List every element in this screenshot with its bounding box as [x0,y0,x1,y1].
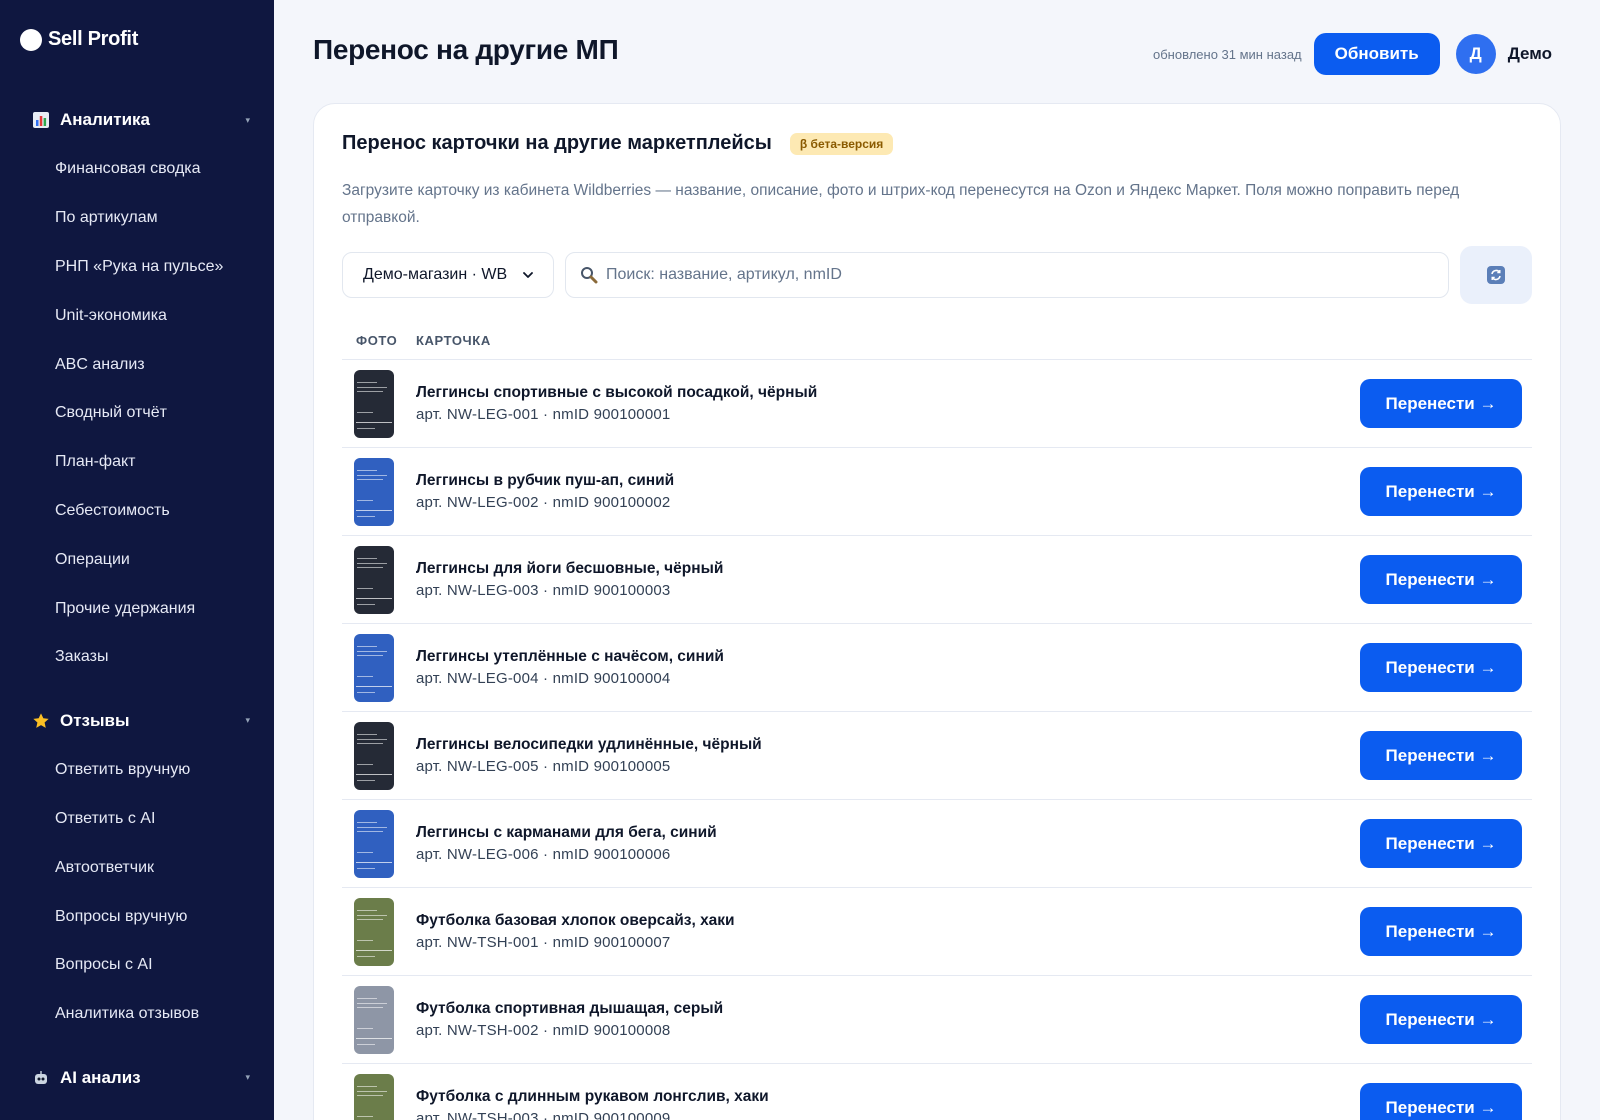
card-description: Загрузите карточку из кабинета Wildberri… [342,182,1460,226]
transfer-button[interactable]: Перенести → [1360,907,1522,956]
table-row: Леггинсы в рубчик пуш-ап, синий арт. NW-L… [342,448,1532,536]
sidebar-item[interactable]: Операции [0,535,274,584]
sidebar-item[interactable]: Сводный отчёт [0,389,274,438]
column-card: КАРТОЧКА [416,333,491,348]
robot-icon [32,1069,50,1087]
refresh-icon [1487,266,1505,284]
sidebar-item[interactable]: План-факт [0,438,274,487]
transfer-button[interactable]: Перенести → [1360,995,1522,1044]
logo[interactable]: Sell Profit [20,28,138,51]
sidebar-section-label: AI анализ [60,1067,141,1087]
sidebar-item[interactable]: Вопросы с AI [0,941,274,990]
filter-controls: Демо-магазин · WB [342,246,1532,308]
product-list: Леггинсы спортивные с высокой посадкой, … [342,360,1532,1120]
card-title: Перенос карточки на другие маркетплейсы [342,132,772,154]
chevron-down-icon [523,272,533,278]
sidebar-item[interactable]: По артикулам [0,194,274,243]
table-row: Футболка с длинным рукавом лонгслив, хак… [342,1064,1532,1120]
transfer-button[interactable]: Перенести → [1360,643,1522,692]
table-header: ФОТО КАРТОЧКА [342,322,1532,360]
search-box[interactable] [565,252,1449,298]
sidebar-section-label: Аналитика [60,110,150,129]
logo-mark-icon [20,28,42,51]
product-photo [354,633,394,702]
table-row: Футболка базовая хлопок оверсайз, хаки ар… [342,888,1532,976]
sidebar-item[interactable]: Unit-экономика [0,291,274,340]
product-photo [354,369,394,438]
sidebar-item[interactable]: Ответить вручную [0,746,274,795]
header-actions: обновлено 31 мин назад Обновить Д Демо [1153,33,1552,75]
search-input[interactable] [606,266,1434,284]
transfer-button[interactable]: Перенести → [1360,1083,1522,1120]
chevron-down-icon: ▾ [245,715,250,726]
product-photo [354,897,394,966]
sidebar-item[interactable]: Себестоимость [0,487,274,536]
sidebar-section-1[interactable]: Отзывы ▾ [0,696,274,746]
product-photo [354,1073,394,1120]
sidebar-item[interactable]: Финансовая сводка [0,145,274,194]
sidebar-section-0[interactable]: Аналитика ▾ [0,95,274,145]
star-icon [32,712,50,730]
user-name[interactable]: Демо [1508,44,1552,64]
sidebar-item[interactable]: Вопросы вручную [0,892,274,941]
product-photo [354,457,394,526]
table-row: Леггинсы спортивные с высокой посадкой, … [342,360,1532,448]
transfer-button[interactable]: Перенести → [1360,555,1522,604]
transfer-button[interactable]: Перенести → [1360,819,1522,868]
search-icon [581,267,598,284]
store-select-value: Демо-магазин · WB [363,266,508,283]
sidebar-section-2[interactable]: AI анализ ▾ [0,1053,274,1103]
transfer-button[interactable]: Перенести → [1360,379,1522,428]
card-header: Перенос карточки на другие маркетплейсы … [342,132,894,155]
store-select[interactable]: Демо-магазин · WB [342,252,554,298]
sidebar-section-label: Отзывы [60,710,130,730]
transfer-button[interactable]: Перенести → [1360,731,1522,780]
refresh-button[interactable]: Обновить [1313,33,1440,75]
sidebar-item[interactable]: РНП «Рука на пульсе» [0,243,274,292]
product-photo [354,809,394,878]
bar-chart-icon [32,111,50,129]
page-title: Перенос на другие МП [313,34,619,65]
product-photo [354,545,394,614]
sidebar-item[interactable]: Ответить с AI [0,795,274,844]
beta-badge: β бета-версия [789,132,894,155]
table-row: Леггинсы велосипедки удлинённые, чёрный а… [342,712,1532,800]
reload-button[interactable] [1460,246,1532,304]
product-photo [354,721,394,790]
avatar[interactable]: Д [1455,34,1496,74]
table-row: Леггинсы утеплённые с начёсом, синий арт.… [342,624,1532,712]
sidebar-item[interactable]: Заказы [0,633,274,682]
sidebar: Sell Profit Аналитика ▾ Финансовая сводка П… [0,0,274,1120]
chevron-down-icon: ▾ [245,1072,250,1083]
sidebar-item[interactable]: ABC анализ [0,340,274,389]
sidebar-item[interactable]: Аналитика отзывов [0,990,274,1039]
table-row: Леггинсы для йоги бесшовные, чёрный арт. … [342,536,1532,624]
chevron-down-icon: ▾ [245,114,250,125]
product-photo [354,985,394,1054]
column-photo: ФОТО [356,333,398,348]
sidebar-item[interactable]: Прочие удержания [0,584,274,633]
logo-text: Sell Profit [48,28,139,50]
table-row: Футболка спортивная дышащая, серый арт. N… [342,976,1532,1064]
sidebar-nav: Аналитика ▾ Финансовая сводка По артикулам Р… [0,95,274,1103]
transfer-button[interactable]: Перенести → [1360,467,1522,516]
updated-status: обновлено 31 мин назад [1153,46,1302,62]
transfer-card: Перенос карточки на другие маркетплейсы … [313,103,1561,1120]
sidebar-item[interactable]: Автоответчик [0,843,274,892]
table-row: Леггинсы с карманами для бега, синий арт.… [342,800,1532,888]
